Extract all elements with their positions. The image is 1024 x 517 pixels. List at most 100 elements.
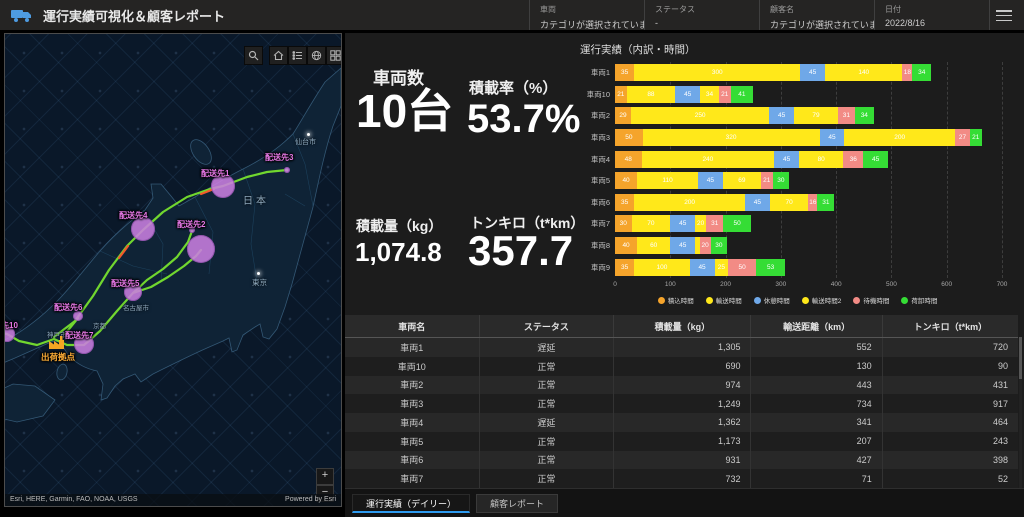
bar-segment[interactable]: 20	[695, 215, 706, 232]
search-icon[interactable]	[244, 46, 263, 65]
map-panel[interactable]: 仙台市日本東京名古屋市京都神戸市 配送先1配送先2配送先3配送先4配送先5配送先…	[4, 33, 342, 507]
bar-segment[interactable]: 30	[711, 237, 728, 254]
table-scrollbar[interactable]	[1019, 337, 1022, 488]
bar-segment[interactable]: 34	[700, 86, 719, 103]
column-header[interactable]: トンキロ（t*km）	[883, 315, 1018, 337]
bar-segment[interactable]: 69	[723, 172, 761, 189]
bar-segment[interactable]: 45	[670, 215, 695, 232]
bar-segment[interactable]: 45	[863, 151, 888, 168]
bar-segment[interactable]: 100	[634, 259, 689, 276]
bar-segment[interactable]: 80	[799, 151, 843, 168]
legend-item[interactable]: 積込時間	[658, 295, 694, 305]
bar-segment[interactable]: 31	[817, 194, 834, 211]
tab-daily-report[interactable]: 運行実績（デイリー）	[352, 494, 470, 513]
legend-item[interactable]: 輸送時間2	[802, 295, 842, 305]
legend-icon[interactable]	[288, 46, 307, 65]
column-header[interactable]: 積載量（kg）	[614, 315, 751, 337]
bar-segment[interactable]: 45	[690, 259, 715, 276]
bar-segment[interactable]: 240	[642, 151, 775, 168]
bar-segment[interactable]: 21	[761, 172, 773, 189]
table-row[interactable]: 車両7正常7327152	[345, 469, 1018, 488]
bar-segment[interactable]: 41	[731, 86, 754, 103]
bar-segment[interactable]: 48	[615, 151, 642, 168]
bar-segment[interactable]: 35	[615, 194, 634, 211]
bar-segment[interactable]: 34	[855, 107, 874, 124]
bar-segment[interactable]: 200	[844, 129, 955, 146]
bar-segment[interactable]: 25	[715, 259, 729, 276]
table-row[interactable]: 車両10正常69013090	[345, 357, 1018, 376]
delivery-point[interactable]	[284, 167, 290, 173]
chart-row: 車両22925045793134	[615, 107, 1002, 124]
home-icon[interactable]	[269, 46, 288, 65]
bar-segment[interactable]: 31	[706, 215, 723, 232]
legend-item[interactable]: 輸送時間	[706, 295, 742, 305]
bar-segment[interactable]: 88	[627, 86, 676, 103]
table-cell: 車両5	[345, 432, 480, 451]
delivery-point[interactable]	[187, 235, 215, 263]
bar-segment[interactable]: 60	[637, 237, 670, 254]
bar-segment[interactable]: 36	[843, 151, 863, 168]
bar-segment[interactable]: 45	[820, 129, 845, 146]
bar-segment[interactable]: 30	[773, 172, 790, 189]
bar-segment[interactable]: 70	[770, 194, 809, 211]
header-filter-2[interactable]: 顧客名カテゴリが選択されていません	[759, 0, 874, 30]
bar-segment[interactable]: 18	[902, 64, 912, 81]
bar-segment[interactable]: 21	[719, 86, 731, 103]
bar-segment[interactable]: 53	[756, 259, 785, 276]
bar-segment[interactable]: 110	[637, 172, 698, 189]
bar-segment[interactable]: 30	[615, 215, 632, 232]
zoom-in-button[interactable]: +	[316, 468, 334, 485]
bar-segment[interactable]: 250	[631, 107, 769, 124]
legend-item[interactable]: 待機時間	[853, 295, 889, 305]
legend-item[interactable]: 荷卸時間	[901, 295, 937, 305]
bar-segment[interactable]: 50	[615, 129, 643, 146]
table-row[interactable]: 車両6正常931427398	[345, 451, 1018, 470]
table-row[interactable]: 車両1遅延1,305552720	[345, 338, 1018, 357]
legend-item[interactable]: 休憩時間	[754, 295, 790, 305]
basemap-icon[interactable]	[326, 46, 342, 65]
bar-segment[interactable]: 31	[838, 107, 855, 124]
table-row[interactable]: 車両3正常1,249734917	[345, 394, 1018, 413]
bar-segment[interactable]: 70	[632, 215, 671, 232]
bar-segment[interactable]: 200	[634, 194, 745, 211]
bar-segment[interactable]: 45	[774, 151, 799, 168]
bar-segment[interactable]: 20	[700, 237, 711, 254]
factory-icon[interactable]	[48, 336, 66, 350]
header-filter-0[interactable]: 車両カテゴリが選択されていません	[529, 0, 644, 30]
table-row[interactable]: 車両2正常974443431	[345, 376, 1018, 395]
bar-segment[interactable]: 40	[615, 237, 637, 254]
bar-segment[interactable]: 40	[615, 172, 637, 189]
bar-segment[interactable]: 34	[912, 64, 931, 81]
bar-segment[interactable]: 35	[615, 259, 634, 276]
bar-segment[interactable]: 45	[769, 107, 794, 124]
bar-segment[interactable]: 29	[615, 107, 631, 124]
bar-segment[interactable]: 45	[675, 86, 700, 103]
globe-icon[interactable]	[307, 46, 326, 65]
menu-icon[interactable]	[996, 10, 1012, 21]
table-row[interactable]: 車両4遅延1,362341464	[345, 413, 1018, 432]
column-header[interactable]: 輸送距離（km）	[751, 315, 882, 337]
bar-segment[interactable]: 140	[825, 64, 902, 81]
header-filter-3[interactable]: 日付2022/8/16	[874, 0, 989, 30]
bar-segment[interactable]: 21	[615, 86, 627, 103]
bar-segment[interactable]: 45	[670, 237, 695, 254]
column-header[interactable]: 車両名	[345, 315, 480, 337]
bar-segment[interactable]: 45	[800, 64, 825, 81]
bar-segment[interactable]: 21	[970, 129, 982, 146]
tab-customer-report[interactable]: 顧客レポート	[476, 494, 558, 513]
bar-segment[interactable]: 320	[643, 129, 820, 146]
bar-segment[interactable]: 35	[615, 64, 634, 81]
table-row[interactable]: 車両5正常1,173207243	[345, 432, 1018, 451]
bar-segment[interactable]: 45	[745, 194, 770, 211]
delivery-point-label: 配送先3	[265, 152, 293, 163]
bar-segment[interactable]: 300	[634, 64, 800, 81]
bar-segment[interactable]: 45	[698, 172, 723, 189]
bar-segment[interactable]: 50	[723, 215, 751, 232]
bar-segment[interactable]: 16	[808, 194, 817, 211]
column-header[interactable]: ステータス	[480, 315, 615, 337]
header-filter-1[interactable]: ステータス-	[644, 0, 759, 30]
table-body: 車両1遅延1,305552720車両10正常69013090車両2正常97444…	[345, 338, 1018, 488]
bar-segment[interactable]: 50	[728, 259, 756, 276]
bar-segment[interactable]: 79	[794, 107, 838, 124]
bar-segment[interactable]: 27	[955, 129, 970, 146]
